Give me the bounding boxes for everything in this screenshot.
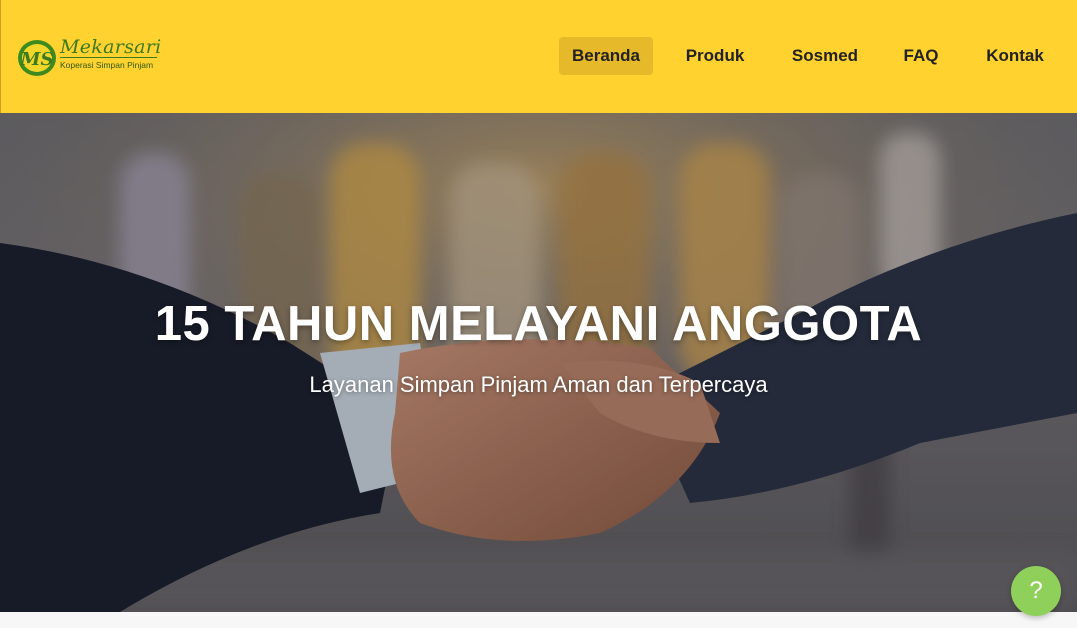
nav-item-produk[interactable]: Produk: [671, 37, 759, 75]
logo-mark-icon: MS: [18, 40, 56, 76]
next-section-edge: [0, 612, 1077, 628]
hero-overlay: [0, 113, 1077, 612]
brand-logo[interactable]: MS Mekarsari Koperasi Simpan Pinjam: [17, 36, 162, 77]
navbar: MS Mekarsari Koperasi Simpan Pinjam Bera…: [0, 0, 1077, 113]
help-icon: ?: [1029, 577, 1043, 604]
nav-item-kontak[interactable]: Kontak: [977, 37, 1053, 75]
hero-subtitle: Layanan Simpan Pinjam Aman dan Terpercay…: [309, 372, 768, 397]
logo-mark-text: MS: [20, 49, 54, 70]
help-button[interactable]: ?: [1011, 566, 1061, 616]
nav-item-sosmed[interactable]: Sosmed: [781, 37, 869, 75]
nav-item-faq[interactable]: FAQ: [895, 37, 947, 75]
brand-tagline: Koperasi Simpan Pinjam: [60, 60, 154, 70]
brand-name: Mekarsari: [60, 36, 162, 58]
hero-title: 15 TAHUN MELAYANI ANGGOTA: [154, 297, 923, 351]
hero-banner: 15 TAHUN MELAYANI ANGGOTA Layanan Simpan…: [0, 113, 1077, 612]
logo-divider: [60, 57, 157, 58]
nav-item-beranda[interactable]: Beranda: [559, 37, 653, 75]
